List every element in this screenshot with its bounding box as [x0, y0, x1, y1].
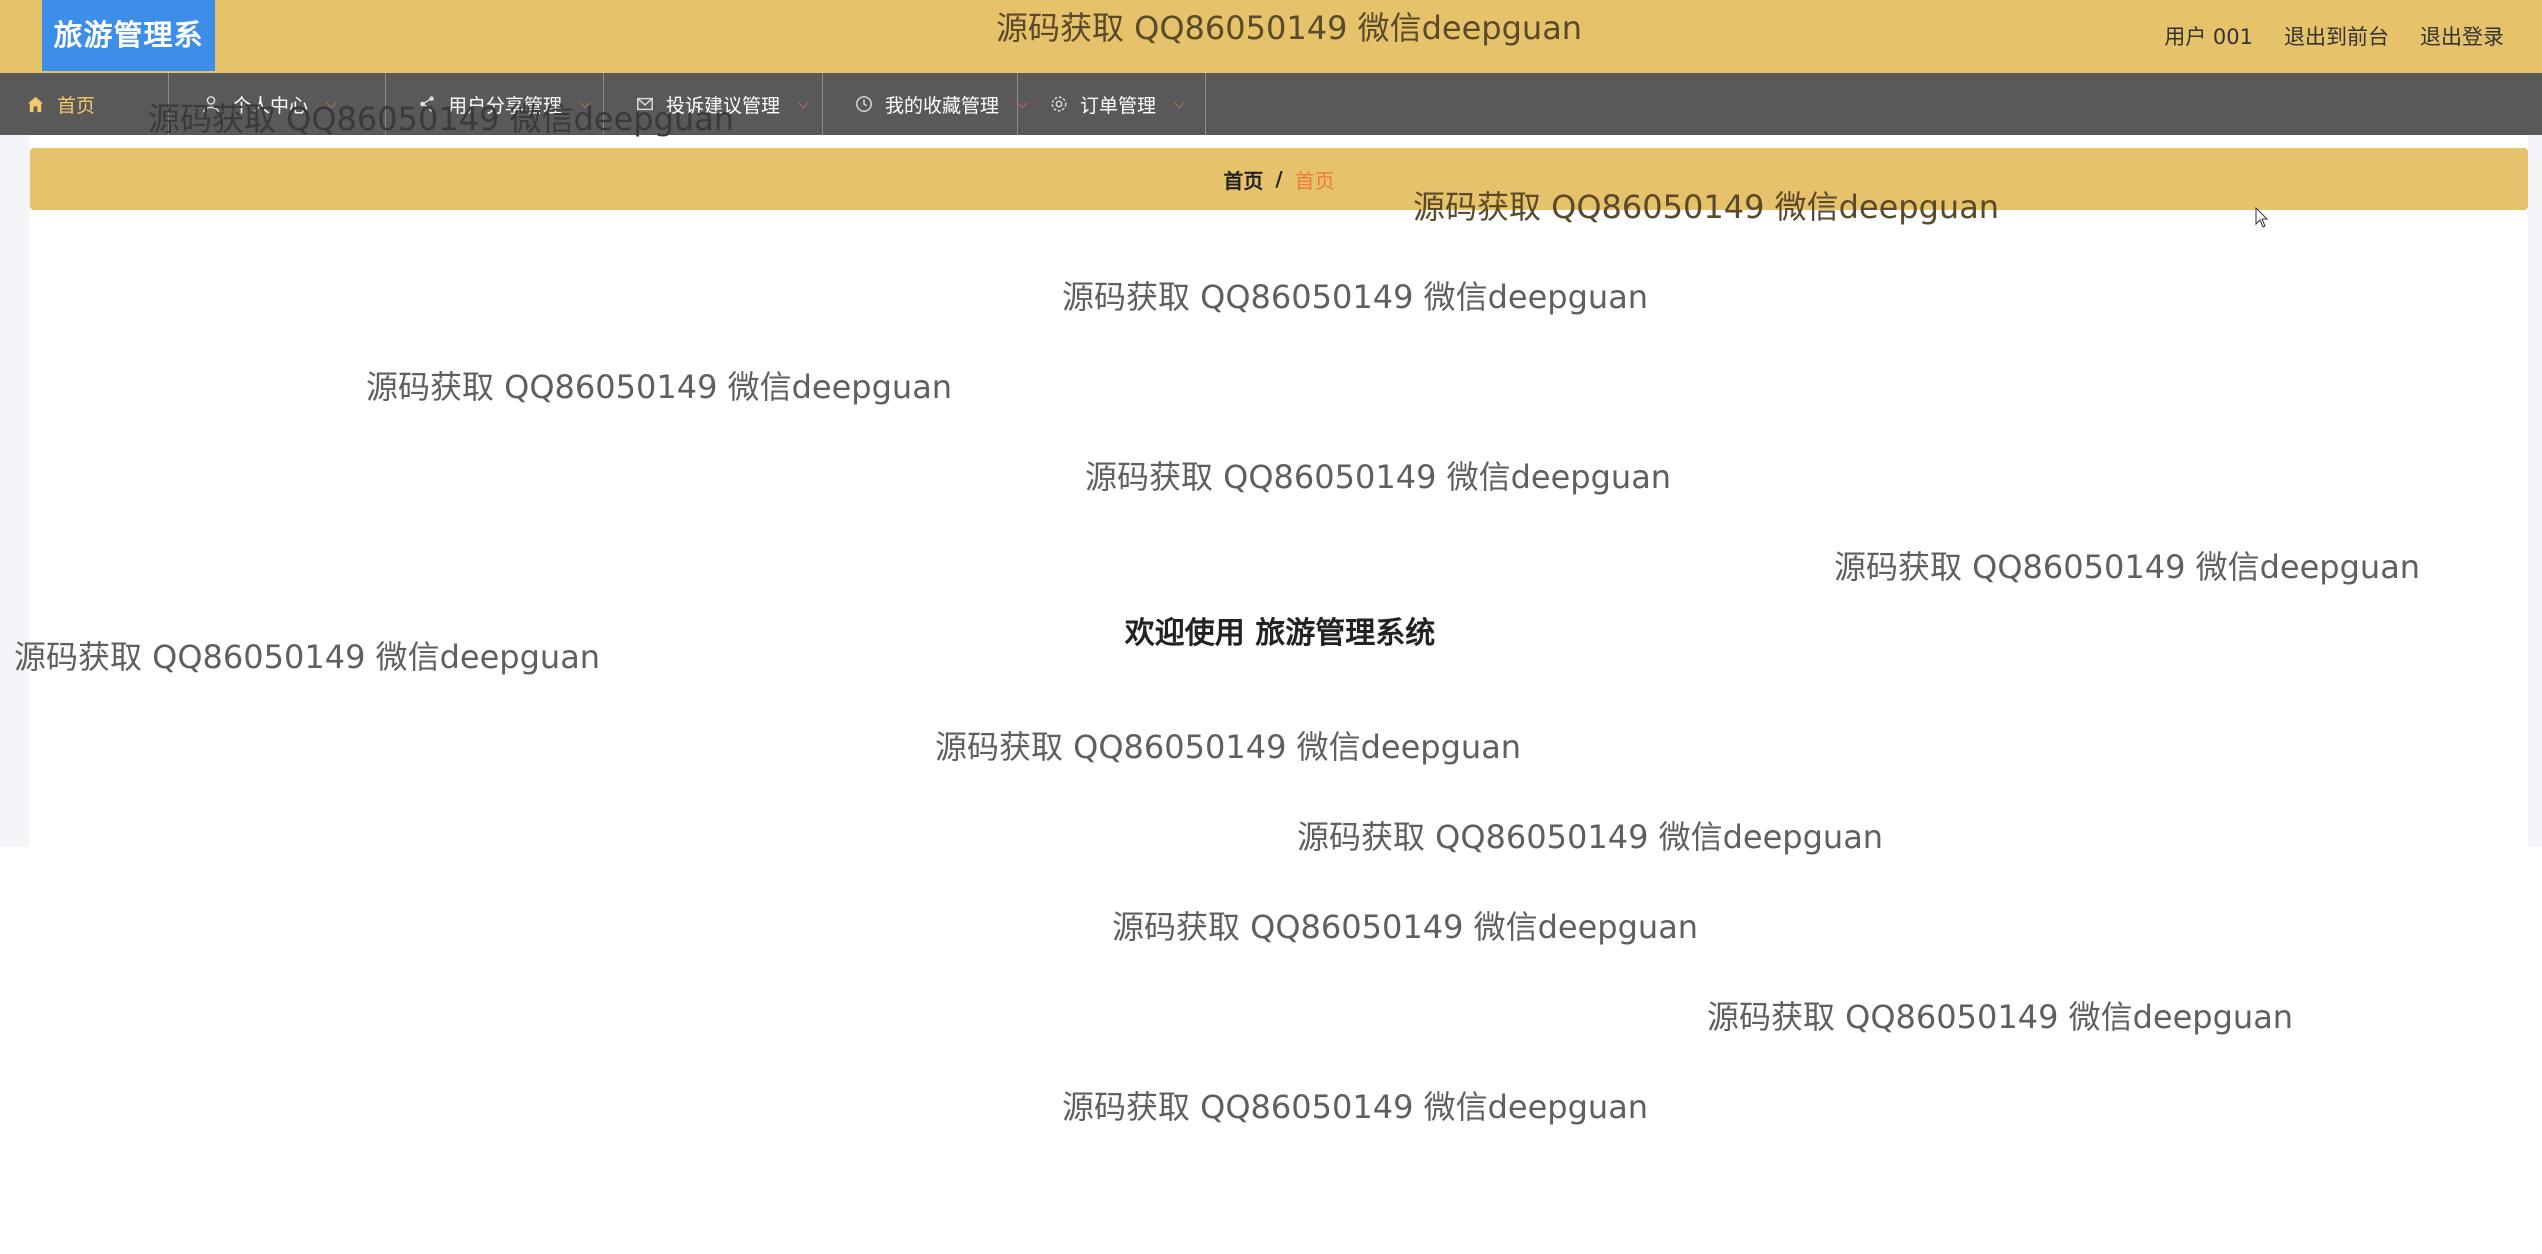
- breadcrumb-current: 首页: [1294, 168, 1335, 193]
- nav-item-label: 我的收藏管理: [885, 94, 1000, 117]
- logout-link[interactable]: 退出登录: [2420, 21, 2504, 51]
- watermark-text: 源码获取 QQ86050149 微信deepguan: [1297, 818, 1884, 856]
- home-icon: [26, 95, 45, 114]
- breadcrumb-separator: /: [1275, 167, 1283, 191]
- chevron-down-icon: ⌵: [798, 96, 809, 112]
- nav-item-label: 订单管理: [1080, 94, 1157, 117]
- watermark-text: 源码获取 QQ86050149 微信deepguan: [366, 368, 953, 406]
- breadcrumb: 首页 / 首页: [30, 148, 2528, 210]
- nav-item-label: 首页: [57, 94, 96, 117]
- page-gutter-right: [2528, 135, 2542, 847]
- current-user-label[interactable]: 用户 001: [2164, 21, 2253, 51]
- watermark-text: 源码获取 QQ86050149 微信deepguan: [1062, 1088, 1649, 1126]
- app-logo: 旅游管理系统: [42, 0, 215, 123]
- page-gutter-left: [0, 135, 30, 847]
- clock-icon: [855, 95, 873, 114]
- chevron-down-icon: ⌵: [1174, 96, 1185, 112]
- watermark-text: 源码获取 QQ86050149 微信deepguan: [996, 9, 1583, 47]
- watermark-text: 源码获取 QQ86050149 微信deepguan: [1112, 908, 1699, 946]
- exit-to-frontend-link[interactable]: 退出到前台: [2284, 21, 2389, 51]
- watermark-text: 源码获取 QQ86050149 微信deepguan: [1062, 278, 1649, 316]
- watermark-text: 源码获取 QQ86050149 微信deepguan: [1085, 458, 1672, 496]
- watermark-text: 源码获取 QQ86050149 微信deepguan: [14, 638, 601, 676]
- breadcrumb-root[interactable]: 首页: [1223, 165, 1263, 194]
- nav-item-orders[interactable]: 订单管理 ⌵: [1018, 73, 1206, 135]
- gear-icon: [1050, 95, 1068, 114]
- watermark-text: 源码获取 QQ86050149 微信deepguan: [1834, 548, 2421, 586]
- nav-item-favorites[interactable]: 我的收藏管理 ⌵: [823, 73, 1028, 135]
- watermark-text: 源码获取 QQ86050149 微信deepguan: [1413, 188, 2000, 226]
- watermark-text: 源码获取 QQ86050149 微信deepguan: [935, 728, 1522, 766]
- header-actions: 用户 001 退出到前台 退出登录: [2164, 0, 2504, 71]
- watermark-text: 源码获取 QQ86050149 微信deepguan: [1707, 998, 2294, 1036]
- mouse-cursor-icon: [2255, 207, 2269, 228]
- watermark-text: 源码获取 QQ86050149 微信deepguan: [148, 100, 735, 138]
- nav-item-home[interactable]: 首页: [0, 73, 169, 135]
